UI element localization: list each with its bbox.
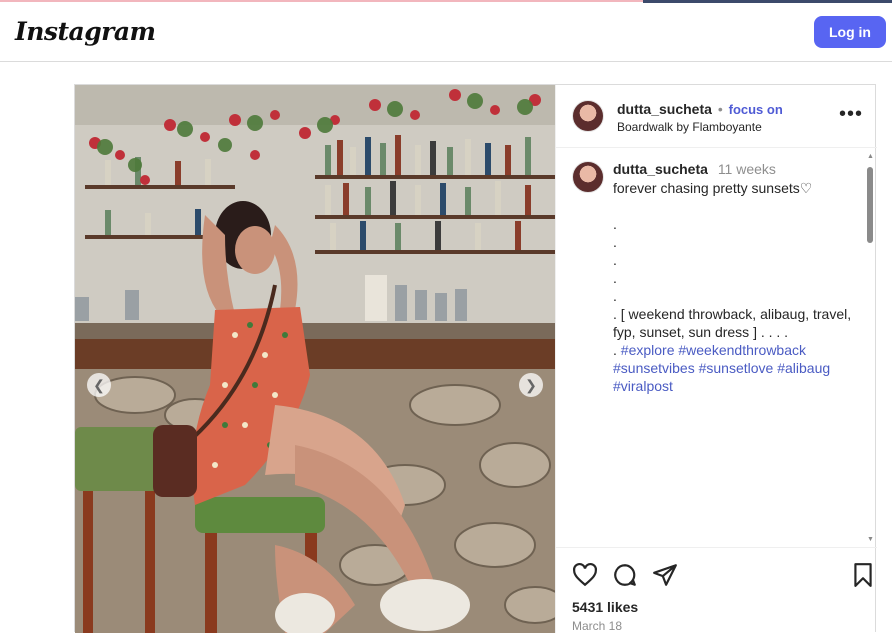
- carousel-next-button[interactable]: ❯: [519, 373, 543, 397]
- carousel-prev-button[interactable]: ❮: [87, 373, 111, 397]
- header-user-line: dutta_sucheta • focus on: [617, 101, 783, 117]
- username-link[interactable]: dutta_sucheta: [617, 101, 712, 117]
- caption-hashtags: . #explore #weekendthrowback #sunsetvibe…: [613, 342, 831, 394]
- top-nav: Instagram Log in: [0, 3, 892, 62]
- location-link[interactable]: Boardwalk by Flamboyante: [617, 120, 762, 134]
- post-photo-illustration: [75, 85, 555, 633]
- scroll-down-arrow-icon[interactable]: ▼: [867, 536, 874, 543]
- heart-icon[interactable]: [572, 562, 598, 588]
- separator-dot: •: [717, 101, 723, 117]
- post-photo[interactable]: ❮ ❯: [75, 85, 555, 633]
- caption-text: forever chasing pretty sunsets♡ . . . . …: [613, 180, 852, 340]
- hashtag-link[interactable]: #explore: [621, 342, 675, 358]
- hashtag-link[interactable]: #sunsetvibes: [613, 360, 695, 376]
- caption-username-link[interactable]: dutta_sucheta: [613, 161, 708, 177]
- share-icon[interactable]: [652, 562, 678, 588]
- comment-icon[interactable]: [612, 562, 638, 588]
- post-header: dutta_sucheta • focus on Boardwalk by Fl…: [556, 85, 877, 148]
- more-horizontal-icon: •••: [838, 103, 863, 125]
- hashtag-link[interactable]: #alibaug: [777, 360, 830, 376]
- caption-scrollbar[interactable]: ▲ ▼: [864, 149, 876, 547]
- hashtag-link[interactable]: #weekendthrowback: [678, 342, 806, 358]
- scrollbar-thumb[interactable]: [867, 167, 873, 243]
- post-card: ❮ ❯ dutta_sucheta • focus on Boardwalk b…: [74, 84, 877, 633]
- scroll-up-arrow-icon[interactable]: ▲: [867, 153, 874, 160]
- post-sidebar: dutta_sucheta • focus on Boardwalk by Fl…: [555, 85, 877, 633]
- caption-scroll-area[interactable]: dutta_sucheta 11 weeks forever chasing p…: [556, 149, 877, 547]
- caption-avatar[interactable]: [572, 161, 604, 193]
- post-actions: 5431 likes March 18: [556, 547, 877, 633]
- chevron-left-icon: ❮: [93, 376, 105, 393]
- post-time-ago: 11 weeks: [717, 161, 776, 177]
- login-button[interactable]: Log in: [814, 16, 886, 48]
- bookmark-icon[interactable]: [850, 562, 876, 588]
- post-date: March 18: [572, 619, 623, 633]
- instagram-logo[interactable]: Instagram: [15, 17, 156, 46]
- hashtag-link[interactable]: #viralpost: [613, 378, 673, 394]
- hashtag-link[interactable]: #sunsetlove: [699, 360, 774, 376]
- caption-user-line: dutta_sucheta 11 weeks: [613, 161, 776, 177]
- more-options-button[interactable]: •••: [839, 103, 863, 126]
- likes-count[interactable]: 5431 likes: [572, 599, 638, 615]
- chevron-right-icon: ❯: [525, 376, 537, 393]
- follow-button[interactable]: focus on: [729, 102, 783, 117]
- avatar[interactable]: [572, 100, 604, 132]
